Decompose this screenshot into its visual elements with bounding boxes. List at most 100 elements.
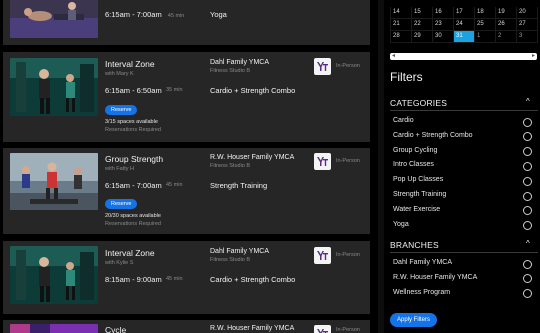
ymca-logo-icon <box>314 325 331 333</box>
class-type: Strength Training <box>210 181 268 190</box>
class-type: Cardio + Strength Combo <box>210 86 296 95</box>
branch-option-label[interactable]: R.W. Houser Family YMCA <box>393 274 477 281</box>
calendar-day[interactable]: 25 <box>475 19 496 31</box>
calendar-day[interactable]: 20 <box>517 7 538 19</box>
date-calendar: 14 15 16 17 18 19 20 21 22 23 24 25 26 27 28 29 30 31 1 2 3 <box>390 7 538 43</box>
category-option-label[interactable]: Group Cycling <box>393 147 437 154</box>
class-duration: 35 min <box>166 87 183 93</box>
class-name[interactable]: Group Strength <box>105 154 163 164</box>
category-option-label[interactable]: Pop Up Classes <box>393 176 443 183</box>
category-option-label[interactable]: Cardio + Strength Combo <box>393 132 473 139</box>
calendar-scrollbar[interactable]: ◂ ▸ <box>390 53 537 60</box>
ymca-logo-icon <box>314 58 331 75</box>
calendar-day[interactable]: 15 <box>412 7 433 19</box>
category-radio[interactable] <box>523 191 532 201</box>
class-time: 8:15am - 9:00am <box>105 275 162 284</box>
branches-heading[interactable]: BRANCHES <box>390 240 439 250</box>
spaces-available: 3/15 spaces available <box>105 119 158 125</box>
filters-title: Filters <box>390 70 423 84</box>
class-thumbnail <box>10 324 98 333</box>
calendar-day[interactable]: 24 <box>454 19 475 31</box>
calendar-day[interactable]: 17 <box>454 7 475 19</box>
class-duration: 45 min <box>166 182 183 188</box>
category-radio[interactable] <box>523 117 532 127</box>
class-card-interval-zone-2[interactable]: Interval Zone with Kylie S 8:15am - 9:00… <box>3 241 370 314</box>
class-card-yoga-top[interactable]: 6:15am - 7:00am 45 min Yoga <box>3 0 370 45</box>
apply-filters-button[interactable]: Apply Filters <box>390 313 438 327</box>
categories-heading[interactable]: CATEGORIES <box>390 98 447 108</box>
class-card-interval-zone[interactable]: Interval Zone with Mary K 6:15am - 6:50a… <box>3 52 370 142</box>
class-duration: 45 min <box>166 276 183 282</box>
class-location[interactable]: R.W. Houser Family YMCA <box>210 154 294 161</box>
class-instructor: with Mary K <box>105 71 134 77</box>
calendar-day[interactable]: 30 <box>433 31 454 43</box>
class-room: Fitness Studio B <box>210 68 251 74</box>
class-room: Fitness Studio B <box>210 257 251 263</box>
scroll-left-icon[interactable]: ◂ <box>392 52 395 59</box>
branches-divider <box>390 252 538 253</box>
category-option-label[interactable]: Strength Training <box>393 191 446 198</box>
calendar-day[interactable]: 2 <box>496 31 517 43</box>
class-time: 6:15am - 6:50am <box>105 86 162 95</box>
scroll-right-icon[interactable]: ▸ <box>532 52 535 59</box>
categories-divider <box>390 110 538 111</box>
calendar-day[interactable]: 1 <box>475 31 496 43</box>
reserve-button[interactable]: Reserve <box>105 105 138 115</box>
class-time: 6:15am - 7:00am <box>105 181 162 190</box>
category-option-label[interactable]: Intro Classes <box>393 161 434 168</box>
reservations-required: Reservations Required <box>105 127 161 133</box>
reservations-required: Reservations Required <box>105 221 161 227</box>
class-thumbnail <box>10 58 98 116</box>
category-radio[interactable] <box>523 161 532 171</box>
spaces-available: 20/30 spaces available <box>105 213 161 219</box>
calendar-day[interactable]: 19 <box>496 7 517 19</box>
class-thumbnail <box>10 246 98 304</box>
class-room: Fitness Studio B <box>210 163 251 169</box>
class-thumbnail <box>10 0 98 38</box>
calendar-day-selected[interactable]: 31 <box>454 31 475 43</box>
class-time: 6:15am - 7:00am 45 min <box>105 10 185 19</box>
class-mode: In-Person <box>336 252 360 258</box>
branch-option-label[interactable]: Wellness Program <box>393 289 450 296</box>
sidebar-divider <box>378 0 384 333</box>
calendar-day[interactable]: 21 <box>391 19 412 31</box>
class-location[interactable]: R.W. Houser Family YMCA <box>210 325 294 332</box>
ymca-logo-icon <box>314 247 331 264</box>
class-card-group-strength[interactable]: Group Strength with Fatty H 6:15am - 7:0… <box>3 148 370 234</box>
class-name[interactable]: Interval Zone <box>105 59 155 69</box>
class-name[interactable]: Cycle <box>105 325 126 333</box>
calendar-day[interactable]: 3 <box>517 31 538 43</box>
category-radio[interactable] <box>523 176 532 186</box>
category-option-label[interactable]: Water Exercise <box>393 206 440 213</box>
calendar-day[interactable]: 18 <box>475 7 496 19</box>
class-type: Yoga <box>210 10 227 19</box>
reserve-button[interactable]: Reserve <box>105 199 138 209</box>
class-type: Cardio + Strength Combo <box>210 275 296 284</box>
calendar-day[interactable]: 28 <box>391 31 412 43</box>
branches-collapse-icon[interactable]: ^ <box>526 239 530 248</box>
class-mode: In-Person <box>336 327 360 333</box>
class-card-cycle[interactable]: Cycle R.W. Houser Family YMCA In-Person <box>3 320 370 333</box>
class-thumbnail <box>10 153 98 210</box>
calendar-day[interactable]: 23 <box>433 19 454 31</box>
calendar-day[interactable]: 26 <box>496 19 517 31</box>
calendar-day[interactable]: 27 <box>517 19 538 31</box>
class-location[interactable]: Dahl Family YMCA <box>210 248 269 255</box>
class-mode: In-Person <box>336 158 360 164</box>
category-option-label[interactable]: Cardio <box>393 117 414 124</box>
calendar-day[interactable]: 16 <box>433 7 454 19</box>
category-option-label[interactable]: Yoga <box>393 221 409 228</box>
class-duration: 45 min <box>167 13 185 19</box>
categories-collapse-icon[interactable]: ^ <box>526 97 530 106</box>
class-list: 6:15am - 7:00am 45 min Yoga Interval Zon… <box>0 0 378 333</box>
class-instructor: with Fatty H <box>105 166 135 172</box>
calendar-day[interactable]: 14 <box>391 7 412 19</box>
calendar-day[interactable]: 22 <box>412 19 433 31</box>
class-name[interactable]: Interval Zone <box>105 248 155 258</box>
class-instructor: with Kylie S <box>105 260 134 266</box>
calendar-day[interactable]: 29 <box>412 31 433 43</box>
branch-radio[interactable] <box>523 259 532 269</box>
calendar-grid: 14 15 16 17 18 19 20 21 22 23 24 25 26 27 28 29 30 31 1 2 3 <box>390 7 538 43</box>
branch-option-label[interactable]: Dahl Family YMCA <box>393 259 452 266</box>
class-location[interactable]: Dahl Family YMCA <box>210 59 269 66</box>
